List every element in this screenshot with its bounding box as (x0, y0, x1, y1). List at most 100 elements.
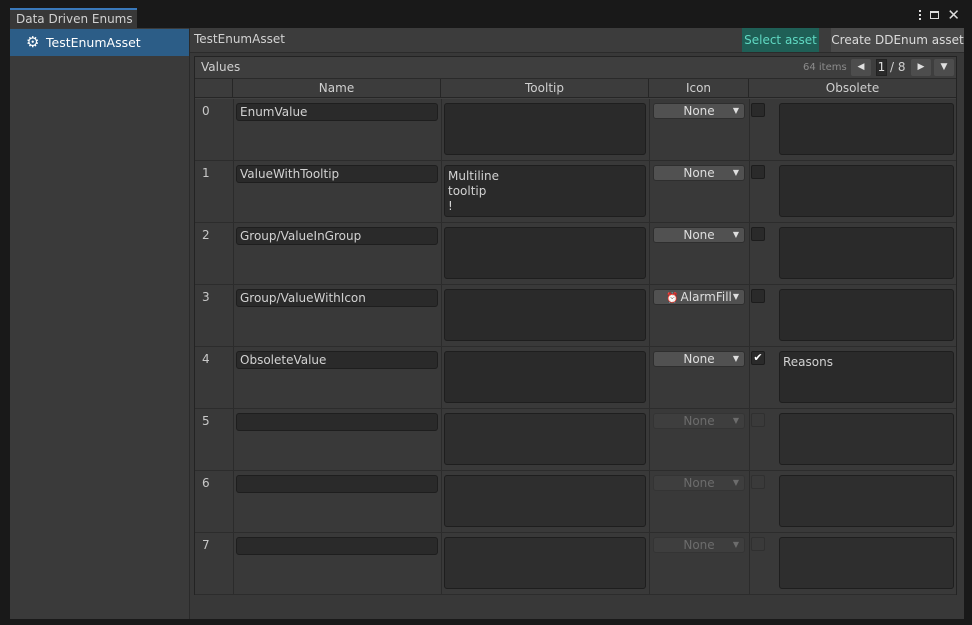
column-divider (649, 99, 650, 160)
next-page-button[interactable]: ▶ (911, 59, 931, 76)
icon-value: None (683, 414, 715, 428)
tooltip-field[interactable] (444, 475, 646, 527)
table-row: 2 Group/ValueInGroup None ▼ (195, 223, 956, 285)
column-divider (441, 471, 442, 532)
row-index: 5 (202, 414, 210, 428)
name-field[interactable]: ObsoleteValue (236, 351, 438, 369)
alarm-fill-icon: ⏰ (666, 293, 679, 304)
name-field[interactable]: EnumValue (236, 103, 438, 121)
column-divider (749, 533, 750, 594)
main-panel: TestEnumAsset Select asset Create DDEnum… (190, 28, 964, 619)
sidebar-item-label: TestEnumAsset (46, 35, 141, 50)
tooltip-field[interactable] (444, 413, 646, 465)
row-index: 2 (202, 228, 210, 242)
obsolete-checkbox[interactable] (751, 537, 765, 551)
column-header-obsolete: Obsolete (749, 79, 956, 98)
chevron-down-icon: ▼ (732, 540, 739, 549)
tooltip-field[interactable] (444, 537, 646, 589)
tab-bar: Data Driven Enums ✕ (0, 0, 972, 28)
maximize-icon[interactable] (930, 11, 940, 19)
obsolete-checkbox[interactable] (751, 475, 765, 489)
column-divider (649, 533, 650, 594)
more-options-icon[interactable] (919, 10, 922, 20)
column-divider (749, 223, 750, 284)
tooltip-field[interactable] (444, 103, 646, 155)
collapse-list-button[interactable]: ▼ (934, 59, 954, 76)
icon-value: AlarmFill (680, 290, 732, 304)
name-field[interactable]: Group/ValueInGroup (236, 227, 438, 245)
icon-value: None (683, 352, 715, 366)
table-row: 1 ValueWithTooltip Multiline tooltip ! None… (195, 161, 956, 223)
obsolete-reason-field[interactable] (779, 165, 954, 217)
chevron-down-icon: ▼ (732, 106, 739, 115)
column-header-index (195, 79, 233, 98)
icon-dropdown[interactable]: None ▼ (653, 475, 745, 491)
tooltip-field[interactable] (444, 227, 646, 279)
obsolete-checkbox[interactable]: ✔ (751, 351, 765, 365)
obsolete-reason-field[interactable] (779, 289, 954, 341)
name-field[interactable] (236, 475, 438, 493)
icon-dropdown[interactable]: None ▼ (653, 103, 745, 119)
items-count: 64 items (803, 62, 847, 73)
page-number-field[interactable]: 1 (876, 59, 887, 76)
column-divider (441, 347, 442, 408)
obsolete-reason-field[interactable] (779, 537, 954, 589)
column-header-icon: Icon (649, 79, 749, 98)
table-row: 0 EnumValue None ▼ (195, 99, 956, 161)
obsolete-checkbox[interactable] (751, 413, 765, 427)
column-divider (441, 533, 442, 594)
name-field[interactable] (236, 537, 438, 555)
table-row: 4 ObsoleteValue None ▼ ✔ Reasons (195, 347, 956, 409)
tooltip-field[interactable] (444, 351, 646, 403)
column-divider (749, 347, 750, 408)
triangle-down-icon: ▼ (940, 62, 948, 72)
obsolete-reason-field[interactable] (779, 227, 954, 279)
icon-dropdown[interactable]: None ▼ (653, 413, 745, 429)
obsolete-checkbox[interactable] (751, 227, 765, 241)
column-divider (441, 223, 442, 284)
column-divider (233, 471, 234, 532)
checkmark-icon: ✔ (753, 351, 763, 364)
editor-window: ⚙ TestEnumAsset TestEnumAsset Select ass… (10, 28, 964, 619)
column-divider (649, 409, 650, 470)
column-divider (749, 471, 750, 532)
obsolete-reason-field[interactable] (779, 103, 954, 155)
values-list: Values 64 items ◀ 1 / 8 ▶ ▼ Name Tooltip… (194, 56, 957, 595)
icon-value: None (683, 476, 715, 490)
tooltip-field[interactable] (444, 289, 646, 341)
column-divider (649, 223, 650, 284)
window-controls: ✕ (919, 8, 960, 23)
tooltip-field[interactable]: Multiline tooltip ! (444, 165, 646, 217)
name-field[interactable]: Group/ValueWithIcon (236, 289, 438, 307)
icon-value: None (683, 228, 715, 242)
column-divider (749, 285, 750, 346)
obsolete-checkbox[interactable] (751, 165, 765, 179)
close-icon[interactable]: ✕ (947, 8, 960, 23)
name-field[interactable]: ValueWithTooltip (236, 165, 438, 183)
obsolete-checkbox[interactable] (751, 103, 765, 117)
select-asset-button[interactable]: Select asset (742, 28, 819, 52)
triangle-right-icon: ▶ (917, 62, 925, 72)
icon-dropdown[interactable]: ⏰ AlarmFill ▼ (653, 289, 745, 305)
icon-dropdown[interactable]: None ▼ (653, 537, 745, 553)
prev-page-button[interactable]: ◀ (851, 59, 871, 76)
sidebar-item-testenumasset[interactable]: ⚙ TestEnumAsset (10, 29, 189, 56)
chevron-down-icon: ▼ (732, 416, 739, 425)
obsolete-checkbox[interactable] (751, 289, 765, 303)
column-divider (749, 161, 750, 222)
name-field[interactable] (236, 413, 438, 431)
icon-dropdown[interactable]: None ▼ (653, 351, 745, 367)
obsolete-reason-field[interactable]: Reasons (779, 351, 954, 403)
obsolete-reason-field[interactable] (779, 413, 954, 465)
create-ddenum-asset-button[interactable]: Create DDEnum asset (831, 28, 964, 52)
column-divider (749, 409, 750, 470)
obsolete-reason-field[interactable] (779, 475, 954, 527)
icon-dropdown[interactable]: None ▼ (653, 227, 745, 243)
column-divider (233, 99, 234, 160)
row-index: 0 (202, 104, 210, 118)
gear-icon: ⚙ (26, 33, 40, 51)
values-label: Values (201, 60, 241, 74)
column-divider (233, 347, 234, 408)
editor-window-tab[interactable]: Data Driven Enums (10, 8, 137, 28)
icon-dropdown[interactable]: None ▼ (653, 165, 745, 181)
